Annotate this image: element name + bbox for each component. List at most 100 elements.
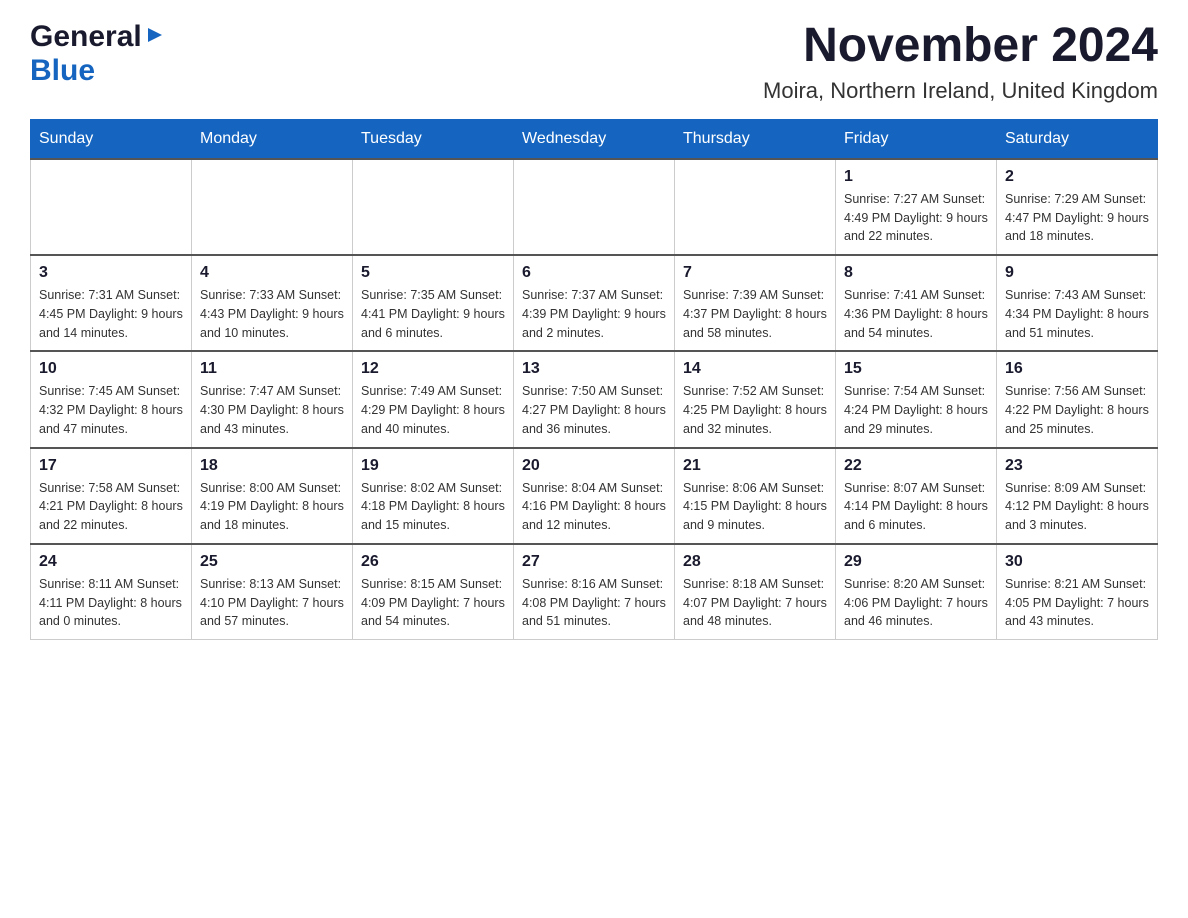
day-info: Sunrise: 7:58 AM Sunset: 4:21 PM Dayligh…	[39, 479, 183, 535]
calendar-cell: 5 Sunrise: 7:35 AM Sunset: 4:41 PM Daylig…	[353, 255, 514, 351]
day-info: Sunrise: 7:45 AM Sunset: 4:32 PM Dayligh…	[39, 382, 183, 438]
day-info: Sunrise: 8:20 AM Sunset: 4:06 PM Dayligh…	[844, 575, 988, 631]
day-info: Sunrise: 8:07 AM Sunset: 4:14 PM Dayligh…	[844, 479, 988, 535]
calendar-cell: 8 Sunrise: 7:41 AM Sunset: 4:36 PM Daylig…	[836, 255, 997, 351]
calendar-cell: 2 Sunrise: 7:29 AM Sunset: 4:47 PM Daylig…	[997, 159, 1158, 255]
day-info: Sunrise: 7:47 AM Sunset: 4:30 PM Dayligh…	[200, 382, 344, 438]
calendar-week-row-4: 17 Sunrise: 7:58 AM Sunset: 4:21 PM Dayli…	[31, 448, 1158, 544]
day-info: Sunrise: 8:06 AM Sunset: 4:15 PM Dayligh…	[683, 479, 827, 535]
day-info: Sunrise: 8:21 AM Sunset: 4:05 PM Dayligh…	[1005, 575, 1149, 631]
calendar-cell: 7Sunrise: 7:39 AM Sunset: 4:37 PM Daylig…	[675, 255, 836, 351]
day-number: 16	[1005, 360, 1149, 378]
day-info: Sunrise: 8:04 AM Sunset: 4:16 PM Dayligh…	[522, 479, 666, 535]
day-number: 5	[361, 264, 505, 282]
day-info: Sunrise: 8:00 AM Sunset: 4:19 PM Dayligh…	[200, 479, 344, 535]
calendar-cell: 28Sunrise: 8:18 AM Sunset: 4:07 PM Dayli…	[675, 544, 836, 640]
calendar-cell: 13 Sunrise: 7:50 AM Sunset: 4:27 PM Dayli…	[514, 351, 675, 447]
day-info: Sunrise: 7:29 AM Sunset: 4:47 PM Dayligh…	[1005, 190, 1149, 246]
day-number: 6	[522, 264, 666, 282]
calendar-cell	[514, 159, 675, 255]
calendar-cell: 11 Sunrise: 7:47 AM Sunset: 4:30 PM Dayli…	[192, 351, 353, 447]
calendar-table: SundayMondayTuesdayWednesdayThursdayFrid…	[30, 119, 1158, 640]
calendar-cell: 18 Sunrise: 8:00 AM Sunset: 4:19 PM Dayli…	[192, 448, 353, 544]
day-info: Sunrise: 7:43 AM Sunset: 4:34 PM Dayligh…	[1005, 286, 1149, 342]
day-info: Sunrise: 7:49 AM Sunset: 4:29 PM Dayligh…	[361, 382, 505, 438]
calendar-cell: 25 Sunrise: 8:13 AM Sunset: 4:10 PM Dayli…	[192, 544, 353, 640]
day-info: Sunrise: 7:27 AM Sunset: 4:49 PM Dayligh…	[844, 190, 988, 246]
calendar-cell: 19 Sunrise: 8:02 AM Sunset: 4:18 PM Dayli…	[353, 448, 514, 544]
day-number: 26	[361, 553, 505, 571]
calendar-cell: 26Sunrise: 8:15 AM Sunset: 4:09 PM Dayli…	[353, 544, 514, 640]
day-number: 27	[522, 553, 666, 571]
day-info: Sunrise: 7:50 AM Sunset: 4:27 PM Dayligh…	[522, 382, 666, 438]
calendar-cell: 3Sunrise: 7:31 AM Sunset: 4:45 PM Daylig…	[31, 255, 192, 351]
day-number: 22	[844, 457, 988, 475]
calendar-header-friday: Friday	[836, 119, 997, 159]
calendar-cell	[31, 159, 192, 255]
day-info: Sunrise: 8:02 AM Sunset: 4:18 PM Dayligh…	[361, 479, 505, 535]
day-number: 13	[522, 360, 666, 378]
location-text: Moira, Northern Ireland, United Kingdom	[763, 78, 1158, 104]
day-number: 18	[200, 457, 344, 475]
calendar-week-row-2: 3Sunrise: 7:31 AM Sunset: 4:45 PM Daylig…	[31, 255, 1158, 351]
day-number: 2	[1005, 168, 1149, 186]
day-info: Sunrise: 7:39 AM Sunset: 4:37 PM Dayligh…	[683, 286, 827, 342]
day-number: 19	[361, 457, 505, 475]
logo-arrow-icon	[144, 24, 166, 51]
day-info: Sunrise: 8:18 AM Sunset: 4:07 PM Dayligh…	[683, 575, 827, 631]
calendar-cell: 15Sunrise: 7:54 AM Sunset: 4:24 PM Dayli…	[836, 351, 997, 447]
calendar-header-wednesday: Wednesday	[514, 119, 675, 159]
day-number: 9	[1005, 264, 1149, 282]
day-info: Sunrise: 7:37 AM Sunset: 4:39 PM Dayligh…	[522, 286, 666, 342]
day-number: 8	[844, 264, 988, 282]
calendar-cell: 9 Sunrise: 7:43 AM Sunset: 4:34 PM Daylig…	[997, 255, 1158, 351]
calendar-cell: 14 Sunrise: 7:52 AM Sunset: 4:25 PM Dayli…	[675, 351, 836, 447]
day-number: 25	[200, 553, 344, 571]
calendar-header-row: SundayMondayTuesdayWednesdayThursdayFrid…	[31, 119, 1158, 159]
calendar-cell: 21Sunrise: 8:06 AM Sunset: 4:15 PM Dayli…	[675, 448, 836, 544]
calendar-cell: 10Sunrise: 7:45 AM Sunset: 4:32 PM Dayli…	[31, 351, 192, 447]
calendar-cell	[192, 159, 353, 255]
day-number: 29	[844, 553, 988, 571]
day-number: 15	[844, 360, 988, 378]
calendar-cell: 29 Sunrise: 8:20 AM Sunset: 4:06 PM Dayli…	[836, 544, 997, 640]
day-number: 20	[522, 457, 666, 475]
calendar-cell: 22 Sunrise: 8:07 AM Sunset: 4:14 PM Dayli…	[836, 448, 997, 544]
day-info: Sunrise: 8:11 AM Sunset: 4:11 PM Dayligh…	[39, 575, 183, 631]
day-info: Sunrise: 8:13 AM Sunset: 4:10 PM Dayligh…	[200, 575, 344, 631]
day-info: Sunrise: 7:35 AM Sunset: 4:41 PM Dayligh…	[361, 286, 505, 342]
calendar-header-sunday: Sunday	[31, 119, 192, 159]
page-header: General Blue November 2024 Moira, Northe…	[30, 20, 1158, 104]
calendar-cell: 23 Sunrise: 8:09 AM Sunset: 4:12 PM Dayli…	[997, 448, 1158, 544]
calendar-cell	[353, 159, 514, 255]
day-number: 14	[683, 360, 827, 378]
day-info: Sunrise: 7:33 AM Sunset: 4:43 PM Dayligh…	[200, 286, 344, 342]
title-section: November 2024 Moira, Northern Ireland, U…	[763, 20, 1158, 104]
day-number: 4	[200, 264, 344, 282]
calendar-week-row-3: 10Sunrise: 7:45 AM Sunset: 4:32 PM Dayli…	[31, 351, 1158, 447]
day-number: 3	[39, 264, 183, 282]
calendar-cell: 4 Sunrise: 7:33 AM Sunset: 4:43 PM Daylig…	[192, 255, 353, 351]
calendar-header-thursday: Thursday	[675, 119, 836, 159]
day-info: Sunrise: 7:52 AM Sunset: 4:25 PM Dayligh…	[683, 382, 827, 438]
logo-blue-text: Blue	[30, 54, 95, 87]
logo-general-text: General	[30, 20, 142, 54]
day-number: 17	[39, 457, 183, 475]
day-number: 12	[361, 360, 505, 378]
calendar-cell: 17 Sunrise: 7:58 AM Sunset: 4:21 PM Dayli…	[31, 448, 192, 544]
calendar-week-row-5: 24Sunrise: 8:11 AM Sunset: 4:11 PM Dayli…	[31, 544, 1158, 640]
calendar-cell: 1Sunrise: 7:27 AM Sunset: 4:49 PM Daylig…	[836, 159, 997, 255]
day-number: 23	[1005, 457, 1149, 475]
calendar-cell: 16Sunrise: 7:56 AM Sunset: 4:22 PM Dayli…	[997, 351, 1158, 447]
calendar-cell: 27 Sunrise: 8:16 AM Sunset: 4:08 PM Dayli…	[514, 544, 675, 640]
day-info: Sunrise: 8:09 AM Sunset: 4:12 PM Dayligh…	[1005, 479, 1149, 535]
day-info: Sunrise: 8:16 AM Sunset: 4:08 PM Dayligh…	[522, 575, 666, 631]
logo: General Blue	[30, 20, 166, 88]
calendar-cell: 24Sunrise: 8:11 AM Sunset: 4:11 PM Dayli…	[31, 544, 192, 640]
calendar-header-saturday: Saturday	[997, 119, 1158, 159]
day-info: Sunrise: 7:41 AM Sunset: 4:36 PM Dayligh…	[844, 286, 988, 342]
month-title: November 2024	[763, 20, 1158, 73]
day-number: 30	[1005, 553, 1149, 571]
day-number: 11	[200, 360, 344, 378]
calendar-week-row-1: 1Sunrise: 7:27 AM Sunset: 4:49 PM Daylig…	[31, 159, 1158, 255]
